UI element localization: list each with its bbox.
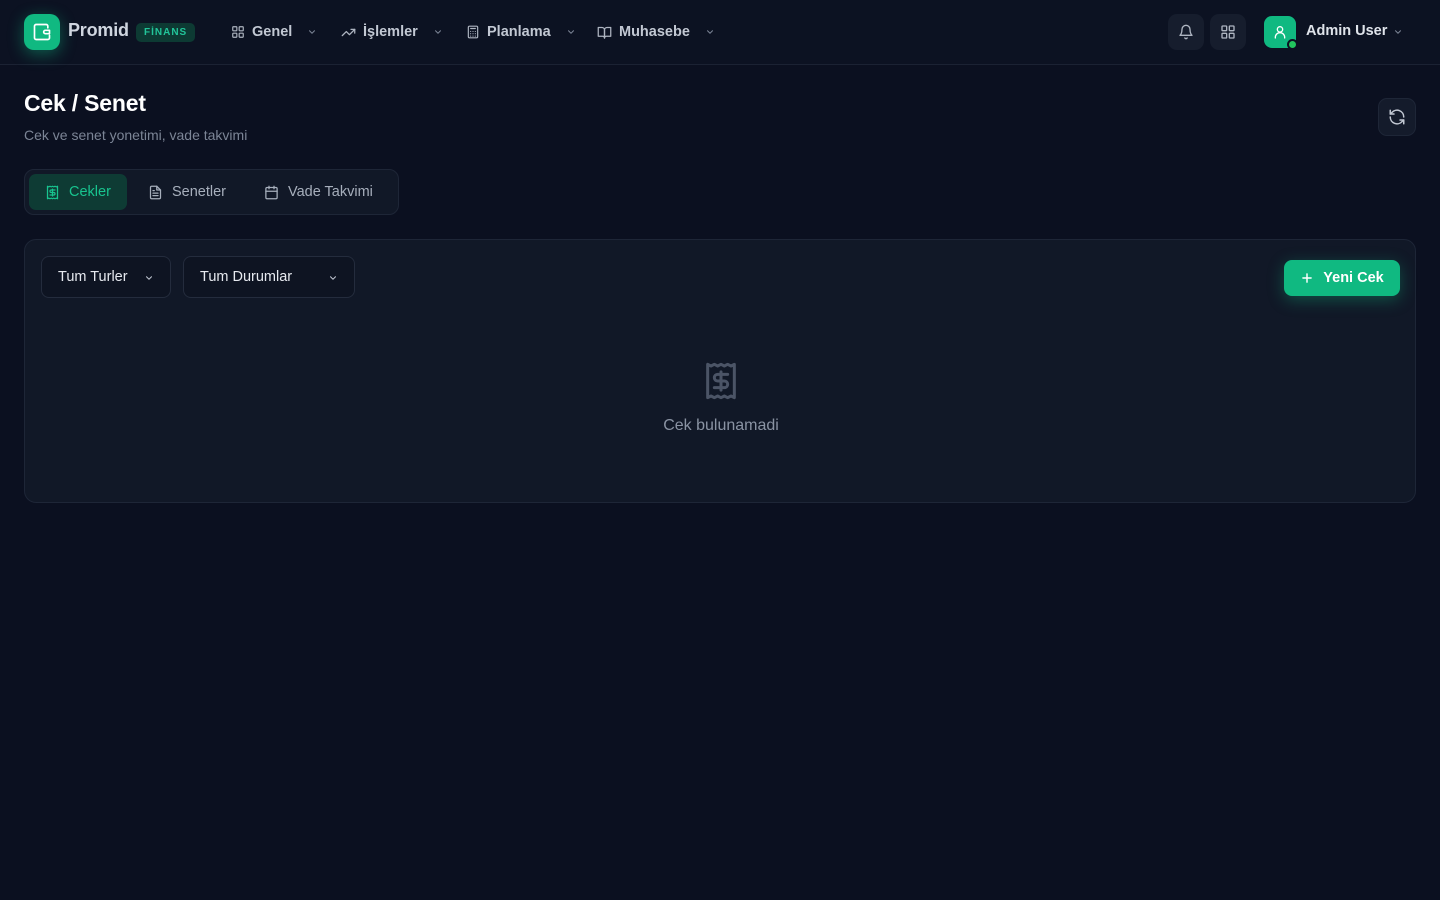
notifications-button[interactable]: [1168, 14, 1204, 50]
file-text-icon: [149, 185, 162, 199]
chevron-down-icon: [706, 30, 713, 34]
nav-muhasebe[interactable]: Muhasebe: [597, 20, 715, 44]
receipt-dollar-icon: [706, 362, 736, 400]
brand-name[interactable]: Promid: [68, 20, 129, 41]
tab-bar: Cekler Senetler Vade Takvimi: [24, 169, 399, 215]
type-filter-value: Tum Turler: [58, 269, 128, 285]
status-filter-select[interactable]: Tum Durumlar: [183, 256, 355, 298]
grid-icon: [1221, 25, 1235, 39]
chevron-down-icon: [145, 276, 153, 280]
nav-islemler[interactable]: İşlemler: [341, 20, 443, 44]
tab-cekler[interactable]: Cekler: [29, 174, 127, 210]
plus-icon: [1302, 273, 1313, 283]
tab-vade-takvimi[interactable]: Vade Takvimi: [248, 174, 389, 210]
calculator-icon: [467, 25, 479, 39]
nav-planlama[interactable]: Planlama: [466, 20, 576, 44]
refresh-icon: [1389, 109, 1405, 125]
bell-icon: [1179, 24, 1193, 40]
checks-panel: Tum Turler Tum Durumlar Yeni Cek Cek bul…: [24, 239, 1416, 503]
status-filter-value: Tum Durumlar: [200, 269, 293, 285]
trending-up-icon: [341, 28, 356, 36]
type-filter-select[interactable]: Tum Turler: [41, 256, 171, 298]
page-subtitle: Cek ve senet yonetimi, vade takvimi: [24, 127, 248, 143]
nav-planlama-label: Planlama: [487, 24, 551, 40]
user-icon: [1274, 26, 1286, 39]
tab-vade-takvimi-label: Vade Takvimi: [288, 184, 373, 200]
nav-genel[interactable]: Genel: [231, 20, 317, 44]
refresh-button[interactable]: [1378, 98, 1416, 136]
tab-cekler-label: Cekler: [69, 184, 111, 200]
empty-state-message: Cek bulunamadi: [663, 417, 779, 434]
page-title: Cek / Senet: [24, 90, 146, 116]
top-navigation-bar: Promid FİNANS Genel İşlemler Planlama Mu…: [0, 0, 1440, 65]
receipt-dollar-icon: [46, 185, 59, 199]
calendar-icon: [265, 185, 278, 199]
brand-badge: FİNANS: [136, 23, 196, 42]
chevron-down-icon: [329, 276, 337, 280]
online-status-dot: [1287, 39, 1298, 50]
tab-senetler-label: Senetler: [172, 184, 227, 200]
wallet-icon[interactable]: [24, 14, 60, 50]
grid-icon: [232, 26, 244, 38]
chevron-down-icon[interactable]: [1393, 27, 1403, 37]
book-open-icon: [597, 26, 612, 39]
user-menu-name[interactable]: Admin User: [1306, 23, 1387, 39]
chevron-down-icon: [434, 30, 441, 34]
new-check-button[interactable]: Yeni Cek: [1284, 260, 1400, 296]
nav-genel-label: Genel: [252, 24, 293, 40]
apps-button[interactable]: [1210, 14, 1246, 50]
nav-islemler-label: İşlemler: [363, 24, 418, 40]
chevron-down-icon: [309, 30, 316, 34]
nav-muhasebe-label: Muhasebe: [619, 24, 690, 40]
new-check-label: Yeni Cek: [1323, 270, 1384, 286]
tab-senetler[interactable]: Senetler: [132, 174, 242, 210]
chevron-down-icon: [567, 30, 574, 34]
